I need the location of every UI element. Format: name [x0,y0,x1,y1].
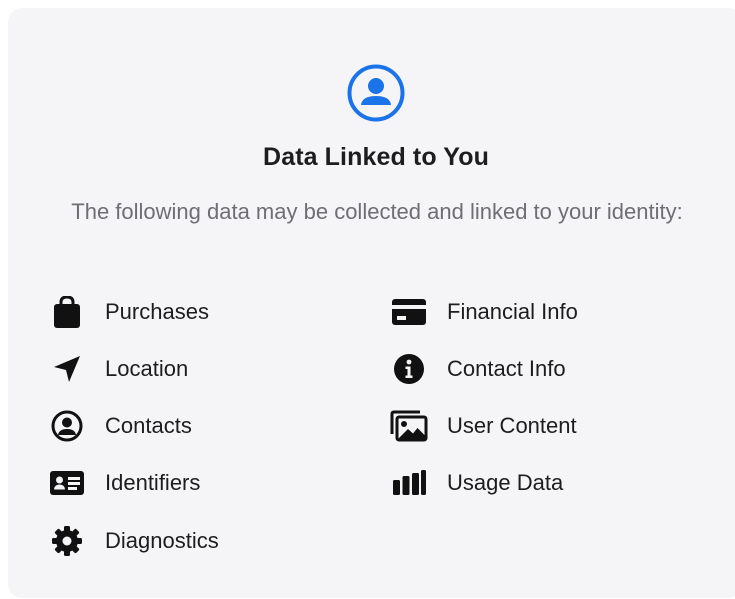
list-item-label: Diagnostics [105,528,219,553]
photo-stack-icon [390,410,428,442]
list-item-label: Location [105,356,189,381]
id-card-icon [48,467,86,499]
list-item-label: Identifiers [105,470,201,495]
section-title: Data Linked to You [263,143,489,171]
list-item-label: Financial Info [447,299,578,324]
list-item-label: Purchases [105,299,209,324]
list-item-financial-info: Financial Info [390,296,578,328]
list-item-label: Contact Info [447,356,566,381]
list-item-location: Location [48,353,188,385]
list-item-label: User Content [447,413,577,438]
list-item-contacts: Contacts [48,410,192,442]
person-circle-icon [346,63,406,123]
list-item-contact-info: Contact Info [390,353,566,385]
credit-card-icon [390,296,428,328]
list-item-label: Usage Data [447,470,564,495]
list-item-usage-data: Usage Data [390,467,563,499]
bar-chart-icon [390,467,428,499]
shopping-bag-icon [48,296,86,328]
section-subtitle: The following data may be collected and … [71,199,683,224]
list-item-purchases: Purchases [48,296,209,328]
person-circle-icon [48,410,86,442]
gear-icon [48,525,86,557]
list-item-label: Contacts [105,413,192,438]
list-item-diagnostics: Diagnostics [48,525,219,557]
list-item-identifiers: Identifiers [48,467,200,499]
info-circle-icon [390,353,428,385]
list-item-user-content: User Content [390,410,577,442]
location-arrow-icon [48,353,86,385]
